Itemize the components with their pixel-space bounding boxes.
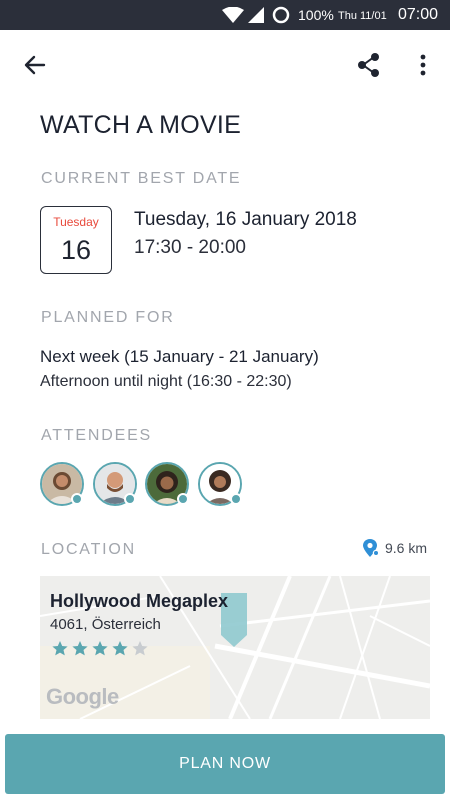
battery-level: 100% bbox=[298, 7, 334, 23]
star-icon bbox=[52, 641, 68, 656]
star-icon bbox=[132, 641, 148, 656]
back-button[interactable] bbox=[20, 50, 50, 80]
arrow-back-icon bbox=[24, 55, 46, 75]
attendee-status-dot bbox=[230, 493, 242, 505]
more-options-button[interactable] bbox=[410, 50, 436, 80]
distance-text: 9.6 km bbox=[385, 540, 428, 556]
share-button[interactable] bbox=[354, 50, 384, 80]
calendar-weekday: Tuesday bbox=[53, 215, 99, 229]
venue-name: Hollywood Megaplex bbox=[50, 591, 229, 611]
attendee-status-dot bbox=[71, 493, 83, 505]
more-vert-icon bbox=[420, 54, 426, 76]
status-circle-icon bbox=[272, 6, 290, 24]
wifi-icon bbox=[222, 7, 244, 23]
planned-range: Next week (15 January - 21 January) bbox=[40, 347, 319, 366]
location-pin-icon bbox=[363, 539, 380, 557]
best-date-section-label: CURRENT BEST DATE bbox=[41, 170, 242, 187]
event-title: WATCH A MOVIE bbox=[40, 111, 242, 139]
star-icon bbox=[92, 641, 108, 656]
planned-section-label: PLANNED FOR bbox=[41, 309, 175, 326]
venue-address: 4061, Österreich bbox=[50, 616, 161, 633]
attendee-status-dot bbox=[124, 493, 136, 505]
rating-stars bbox=[52, 641, 148, 656]
calendar-badge: Tuesday 16 bbox=[40, 206, 112, 274]
star-icon bbox=[72, 641, 88, 656]
planned-time: Afternoon until night (16:30 - 22:30) bbox=[40, 373, 292, 390]
location-map[interactable]: Hollywood Megaplex 4061, Österreich Goog… bbox=[40, 576, 430, 719]
signal-icon bbox=[248, 7, 264, 23]
status-date: Thu 11/01 bbox=[338, 10, 387, 22]
plan-now-button[interactable]: PLAN NOW bbox=[5, 734, 445, 794]
calendar-day-number: 16 bbox=[60, 235, 92, 265]
share-icon bbox=[358, 53, 379, 77]
best-date-text: Tuesday, 16 January 2018 bbox=[134, 209, 357, 230]
status-bar: 100% Thu 11/01 07:00 bbox=[0, 0, 450, 30]
star-icon bbox=[112, 641, 128, 656]
attendee-status-dot bbox=[177, 493, 189, 505]
status-time: 07:00 bbox=[398, 6, 439, 23]
location-section-label: LOCATION bbox=[41, 541, 137, 558]
attendees-section-label: ATTENDEES bbox=[41, 427, 153, 444]
best-time-text: 17:30 - 20:00 bbox=[134, 237, 246, 258]
map-attribution: Google bbox=[46, 684, 119, 709]
